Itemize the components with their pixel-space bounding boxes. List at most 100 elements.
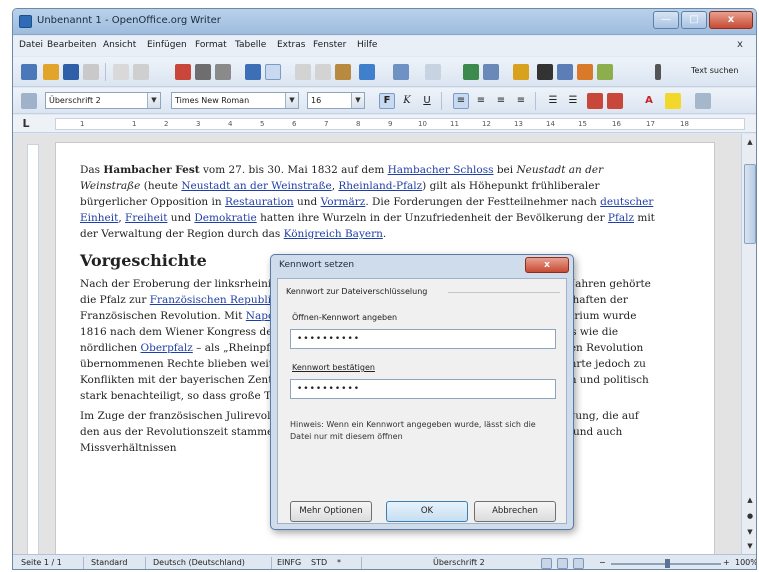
paste-icon[interactable] [335,64,351,80]
scrollbar-thumb[interactable] [744,164,756,244]
bold-button[interactable]: F [379,93,395,109]
menu-einfuegen[interactable]: Einfügen [147,40,187,50]
zoom-out-button[interactable]: − [599,558,606,567]
wiki-link[interactable]: Neustadt an der Weinstraße [181,180,331,192]
wiki-link[interactable]: Demokratie [194,212,256,224]
print-icon[interactable] [195,64,211,80]
find-replace-icon[interactable] [537,64,553,80]
edit-file-icon[interactable] [113,64,129,80]
wiki-link[interactable]: Freiheit [125,212,167,224]
scroll-up-icon[interactable]: ▲ [744,136,756,148]
pdf-icon[interactable] [175,64,191,80]
show-draw-functions-icon[interactable] [513,64,529,80]
format-paintbrush-icon[interactable] [359,64,375,80]
wiki-link[interactable]: Vormärz [321,196,366,208]
new-document-icon[interactable] [21,64,37,80]
menu-bearbeiten[interactable]: Bearbeiten [47,40,96,50]
menu-ansicht[interactable]: Ansicht [103,40,136,50]
tab-stop-selector-icon[interactable]: L [19,117,33,131]
navigation-icon[interactable]: ● [744,510,756,522]
vertical-scrollbar[interactable]: ▲ ▲ ● ▼ ▼ [741,134,756,554]
book-view-icon[interactable] [573,558,584,569]
save-icon[interactable] [63,64,79,80]
menu-datei[interactable]: Datei [19,40,43,50]
wiki-link[interactable]: Französischen Republik [150,294,278,306]
cancel-button[interactable]: Abbrechen [474,501,556,522]
page-indicator[interactable]: Seite 1 / 1 [21,558,62,567]
hyperlink-icon[interactable] [463,64,479,80]
cut-icon[interactable] [295,64,311,80]
open-folder-icon[interactable] [43,64,59,80]
dialog-close-button[interactable]: x [525,257,569,273]
maximize-button[interactable]: □ [681,11,707,29]
wiki-link[interactable]: Pfalz [608,212,634,224]
zoom-in-button[interactable]: + [723,558,730,567]
single-page-view-icon[interactable] [541,558,552,569]
increase-indent-icon[interactable] [607,93,623,109]
navigator-icon[interactable] [557,64,573,80]
wiki-link[interactable]: Oberpfalz [141,342,193,354]
wiki-link[interactable]: Hambacher Schloss [388,164,494,176]
menu-hilfe[interactable]: Hilfe [357,40,377,50]
underline-button[interactable]: U [419,93,435,109]
export-pdf-icon[interactable] [133,64,149,80]
align-center-icon[interactable]: ≡ [473,93,489,109]
highlighting-icon[interactable] [665,93,681,109]
justify-icon[interactable]: ≡ [513,93,529,109]
styles-formatting-icon[interactable] [21,93,37,109]
font-color-icon[interactable]: A [641,93,657,109]
wiki-link[interactable]: Restauration [225,196,294,208]
wiki-link[interactable]: Königreich Bayern [284,228,383,240]
redo-icon[interactable] [425,64,441,80]
ruler-track[interactable]: 1 1 2 3 4 5 6 7 8 9 10 11 12 13 14 15 16… [55,118,745,130]
menu-format[interactable]: Format [195,40,227,50]
language-indicator[interactable]: Deutsch (Deutschland) [153,558,245,567]
chevron-down-icon[interactable]: ▼ [285,93,298,108]
numbering-icon[interactable]: ☰ [545,93,561,109]
align-right-icon[interactable]: ≡ [493,93,509,109]
close-document-icon[interactable]: x [737,39,743,50]
zoom-slider-handle[interactable] [665,559,670,568]
data-sources-icon[interactable] [597,64,613,80]
chevron-down-icon[interactable]: ▼ [351,93,364,108]
chevron-down-icon[interactable]: ▼ [147,93,160,108]
email-icon[interactable] [83,64,99,80]
next-page-icon[interactable]: ▼ [744,526,756,538]
auto-spellcheck-icon[interactable] [265,64,281,80]
decrease-indent-icon[interactable] [587,93,603,109]
ok-button[interactable]: OK [386,501,468,522]
open-password-field[interactable]: •••••••••• [290,329,556,349]
paragraph-intro[interactable]: Das Hambacher Fest vom 27. bis 30. Mai 1… [80,162,660,242]
vertical-ruler[interactable] [27,144,39,554]
wiki-link[interactable]: Rheinland-Pfalz [338,180,422,192]
close-window-button[interactable]: x [709,11,753,29]
more-options-button[interactable]: Mehr Optionen [290,501,372,522]
insert-mode[interactable]: EINFG [277,558,301,567]
table-icon[interactable] [483,64,499,80]
font-name-select[interactable]: Times New Roman ▼ [171,92,299,109]
selection-mode[interactable]: STD [311,558,327,567]
paragraph-style-select[interactable]: Überschrift 2 ▼ [45,92,161,109]
bullets-icon[interactable]: ☰ [565,93,581,109]
toolbar-grip-icon[interactable] [655,64,661,80]
find-text-label[interactable]: Text suchen [691,66,738,75]
zoom-level[interactable]: 100% [735,558,756,567]
menu-tabelle[interactable]: Tabelle [235,40,266,50]
horizontal-ruler[interactable]: L 1 1 2 3 4 5 6 7 8 9 10 11 12 13 14 15 … [13,115,756,133]
copy-icon[interactable] [315,64,331,80]
menu-fenster[interactable]: Fenster [313,40,346,50]
page-style[interactable]: Standard [91,558,127,567]
page-preview-icon[interactable] [215,64,231,80]
previous-page-icon[interactable]: ▲ [744,494,756,506]
background-color-icon[interactable] [695,93,711,109]
spellcheck-icon[interactable] [245,64,261,80]
minimize-button[interactable]: — [653,11,679,29]
gallery-icon[interactable] [577,64,593,80]
menu-extras[interactable]: Extras [277,40,305,50]
confirm-password-field[interactable]: •••••••••• [290,379,556,399]
font-size-select[interactable]: 16 ▼ [307,92,365,109]
multi-page-view-icon[interactable] [557,558,568,569]
italic-button[interactable]: K [399,93,415,109]
scroll-down-icon[interactable]: ▼ [744,540,756,552]
undo-icon[interactable] [393,64,409,80]
